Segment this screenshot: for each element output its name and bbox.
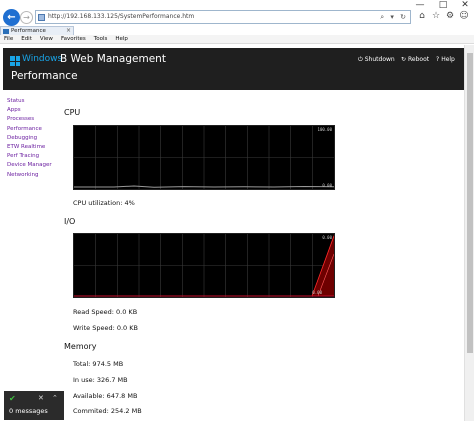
- sidebar-item-networking[interactable]: Networking: [7, 171, 65, 180]
- address-url: http://192.168.133.125/SystemPerformance…: [48, 13, 195, 20]
- address-row: ← → http://192.168.133.125/SystemPerform…: [0, 9, 474, 26]
- reboot-button[interactable]: ↻ Reboot: [401, 56, 429, 63]
- sidebar-item-performance[interactable]: Performance: [7, 125, 65, 134]
- address-bar[interactable]: http://192.168.133.125/SystemPerformance…: [35, 10, 411, 24]
- memory-available: Available: 647.8 MB: [73, 392, 138, 400]
- menu-edit[interactable]: Edit: [17, 35, 36, 43]
- io-scale-min: 0.00: [312, 290, 322, 295]
- message-notification[interactable]: ✔ ✕ ⌃ 0 messages: [4, 391, 64, 420]
- brand-title: B Web Management: [60, 53, 166, 65]
- memory-total: Total: 974.5 MB: [73, 360, 124, 368]
- forward-button[interactable]: →: [20, 11, 33, 24]
- menu-help[interactable]: Help: [111, 35, 132, 43]
- tab-close-icon[interactable]: ×: [66, 27, 71, 35]
- page-title: Performance: [11, 70, 78, 82]
- close-icon[interactable]: ✕: [38, 394, 44, 402]
- shutdown-button[interactable]: ⏻ Shutdown: [358, 56, 395, 64]
- address-tools-icons[interactable]: ⌕ ▾ ↻: [380, 11, 408, 23]
- vertical-scrollbar[interactable]: [464, 45, 474, 421]
- gear-icon[interactable]: ⚙: [445, 11, 455, 21]
- io-graph: 0.00 0.00: [73, 233, 335, 298]
- scrollbar-thumb[interactable]: [467, 53, 473, 353]
- tab-title: Performance: [11, 28, 46, 34]
- cpu-graph: 100.00 0.00: [73, 125, 335, 190]
- cpu-graph-canvas: 100.00 0.00: [74, 126, 335, 189]
- app-header: Windows B Web Management Performance ⏻ Sh…: [3, 48, 464, 90]
- io-write-speed: Write Speed: 0.0 KB: [73, 324, 138, 332]
- sidebar-item-etw-realtime[interactable]: ETW Realtime: [7, 143, 65, 152]
- cpu-section-title: CPU: [64, 108, 81, 117]
- power-icon: ⏻: [358, 56, 363, 63]
- chevron-up-icon[interactable]: ⌃: [52, 394, 58, 402]
- smiley-icon[interactable]: ☺: [459, 11, 469, 21]
- sidebar-item-status[interactable]: Status: [7, 97, 65, 106]
- shutdown-label: Shutdown: [364, 56, 395, 63]
- back-arrow-icon: ←: [7, 12, 16, 23]
- sidebar-item-perf-tracing[interactable]: Perf Tracing: [7, 152, 65, 161]
- home-icon[interactable]: ⌂: [417, 11, 427, 21]
- io-scale-max: 0.00: [322, 235, 332, 240]
- cpu-scale-min: 0.00: [322, 183, 332, 188]
- sidebar-item-apps[interactable]: Apps: [7, 106, 65, 115]
- sidebar-item-processes[interactable]: Processes: [7, 115, 65, 124]
- memory-in-use: In use: 326.7 MB: [73, 376, 128, 384]
- back-button[interactable]: ←: [3, 9, 20, 26]
- check-icon: ✔: [9, 394, 16, 403]
- memory-committed: Commited: 254.2 MB: [73, 407, 142, 415]
- star-icon[interactable]: ☆: [431, 11, 441, 21]
- tab-favicon: [3, 28, 9, 34]
- io-section-title: I/O: [64, 217, 76, 226]
- forward-arrow-icon: →: [23, 13, 30, 22]
- reboot-label: Reboot: [408, 56, 430, 63]
- cpu-utilization: CPU utilization: 4%: [73, 199, 135, 207]
- brand-windows: Windows: [22, 54, 63, 64]
- sidebar-nav: Status Apps Processes Performance Debugg…: [7, 97, 65, 180]
- menu-view[interactable]: View: [36, 35, 57, 43]
- sidebar-item-device-manager[interactable]: Device Manager: [7, 161, 65, 170]
- page-content: Windows B Web Management Performance ⏻ Sh…: [3, 45, 464, 421]
- help-label: Help: [441, 56, 455, 63]
- sidebar-item-debugging[interactable]: Debugging: [7, 134, 65, 143]
- windows-logo-icon: [10, 56, 20, 66]
- refresh-icon: ↻: [401, 56, 407, 63]
- menu-bar: File Edit View Favorites Tools Help: [0, 35, 474, 44]
- tab-strip: Performance ×: [0, 26, 474, 35]
- menu-favorites[interactable]: Favorites: [57, 35, 90, 43]
- notification-text: 0 messages: [9, 407, 48, 415]
- io-read-speed: Read Speed: 0.0 KB: [73, 308, 138, 316]
- io-graph-canvas: 0.00 0.00: [74, 234, 335, 297]
- help-button[interactable]: ? Help: [436, 56, 455, 63]
- page-favicon: [38, 14, 45, 21]
- tab-performance[interactable]: Performance ×: [0, 26, 74, 35]
- help-icon: ?: [436, 56, 440, 63]
- cpu-scale-max: 100.00: [318, 127, 333, 132]
- menu-file[interactable]: File: [0, 35, 17, 43]
- memory-section-title: Memory: [64, 342, 97, 351]
- menu-tools[interactable]: Tools: [90, 35, 112, 43]
